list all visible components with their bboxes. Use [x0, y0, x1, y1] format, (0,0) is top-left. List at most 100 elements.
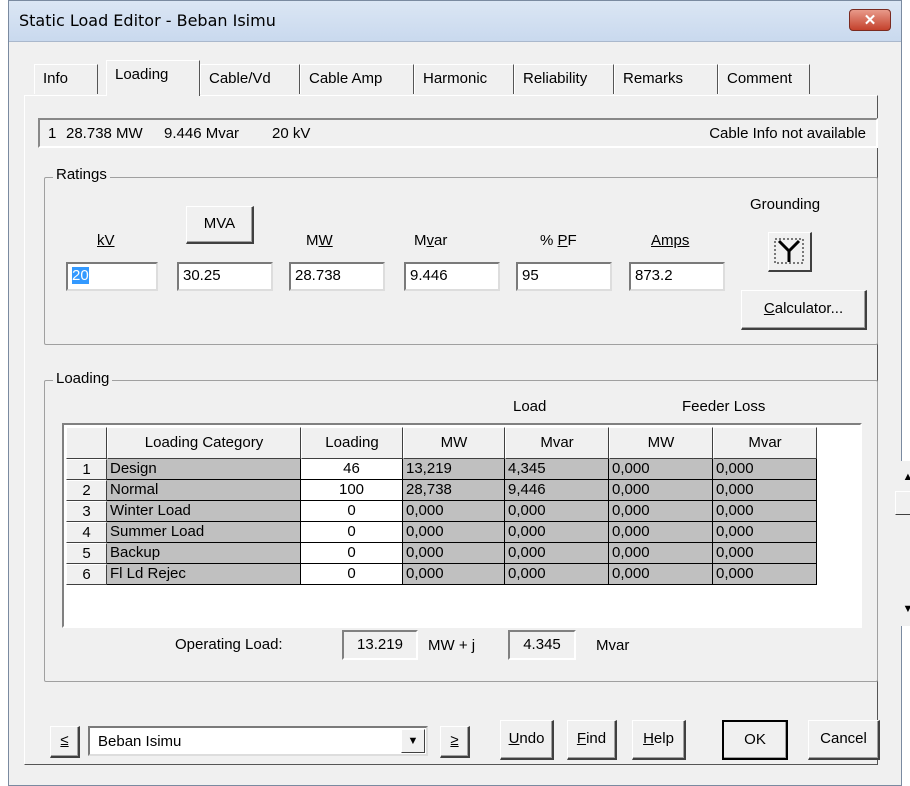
operating-mvar-value: 4.345 [508, 630, 576, 660]
next-button[interactable]: ≥ [440, 726, 470, 758]
table-cell-mw: 0,000 [403, 522, 505, 543]
dropdown-arrow-icon[interactable]: ▼ [401, 729, 425, 753]
tab-cable-amp[interactable]: Cable Amp [300, 64, 414, 94]
load-index: 1 [48, 125, 57, 142]
row-number[interactable]: 1 [66, 459, 107, 480]
table-cell-fl-mvar: 0,000 [713, 522, 817, 543]
col-header-load-mvar: Mvar [505, 427, 609, 459]
cancel-button[interactable]: Cancel [808, 720, 880, 760]
calculator-button[interactable]: Calculator... [741, 290, 867, 330]
loading-group-label: Loading [53, 370, 113, 387]
tab-info[interactable]: Info [34, 64, 98, 94]
feeder-loss-header: Feeder Loss [682, 398, 766, 415]
cable-info-status: Cable Info not available [709, 125, 866, 142]
row-number[interactable]: 3 [66, 501, 107, 522]
tab-remarks[interactable]: Remarks [614, 64, 718, 94]
table-cell-category: Normal [107, 480, 301, 501]
pf-label: % PF [540, 232, 577, 249]
table-cell-loading[interactable]: 0 [301, 543, 403, 564]
mw-input[interactable]: 28.738 [289, 262, 385, 291]
mva-button[interactable]: MVA [186, 206, 254, 244]
table-cell-mvar: 4,345 [505, 459, 609, 480]
table-cell-mw: 13,219 [403, 459, 505, 480]
table-cell-mvar: 0,000 [505, 501, 609, 522]
wye-grounding-icon [774, 238, 804, 264]
tab-loading[interactable]: Loading [106, 60, 200, 96]
grounding-wye-button[interactable] [768, 232, 812, 272]
table-cell-mvar: 0,000 [505, 564, 609, 585]
find-button[interactable]: Find [567, 720, 617, 760]
table-scrollbar[interactable]: ▲ ▼ [894, 461, 910, 626]
tab-cable-vd[interactable]: Cable/Vd [200, 64, 300, 94]
table-cell-fl-mvar: 0,000 [713, 459, 817, 480]
load-header: Load [513, 398, 547, 415]
amps-label: Amps [651, 232, 690, 249]
table-cell-mw: 0,000 [403, 564, 505, 585]
row-number[interactable]: 5 [66, 543, 107, 564]
table-cell-mw: 0,000 [403, 501, 505, 522]
table-cell-category: Winter Load [107, 501, 301, 522]
element-selector-combo[interactable]: Beban Isimu ▼ [88, 726, 428, 756]
tab-comment[interactable]: Comment [718, 64, 810, 94]
col-header-feeder-mw: MW [609, 427, 713, 459]
amps-input[interactable]: 873.2 [629, 262, 725, 291]
load-kv: 20 kV [272, 125, 311, 142]
kv-input[interactable]: 20 [66, 262, 158, 291]
table-corner [66, 427, 107, 459]
load-mw: 28.738 MW [66, 125, 143, 142]
table-cell-fl-mvar: 0,000 [713, 480, 817, 501]
col-header-load-mw: MW [403, 427, 505, 459]
table-cell-loading[interactable]: 0 [301, 522, 403, 543]
table-cell-mvar: 9,446 [505, 480, 609, 501]
table-cell-category: Summer Load [107, 522, 301, 543]
operating-load-label: Operating Load: [175, 636, 283, 653]
kv-label: kV [97, 232, 115, 249]
scroll-thumb[interactable] [895, 491, 910, 515]
ratings-group-label: Ratings [53, 166, 110, 183]
table-cell-fl-mw: 0,000 [609, 480, 713, 501]
col-header-loading: Loading [301, 427, 403, 459]
close-button[interactable]: ✕ [849, 9, 891, 31]
previous-button[interactable]: ≤ [50, 726, 80, 758]
table-cell-mw: 28,738 [403, 480, 505, 501]
table-cell-fl-mw: 0,000 [609, 564, 713, 585]
ok-button[interactable]: OK [722, 720, 788, 760]
scroll-up-icon[interactable]: ▲ [894, 467, 910, 487]
table-cell-fl-mw: 0,000 [609, 543, 713, 564]
loading-table: Loading Category Loading MW Mvar MW Mvar… [62, 423, 910, 628]
load-info-bar: 1 28.738 MW 9.446 Mvar 20 kV Cable Info … [38, 118, 878, 148]
table-cell-fl-mvar: 0,000 [713, 543, 817, 564]
table-cell-loading[interactable]: 46 [301, 459, 403, 480]
row-number[interactable]: 6 [66, 564, 107, 585]
table-cell-mvar: 0,000 [505, 543, 609, 564]
row-number[interactable]: 4 [66, 522, 107, 543]
title-bar: Static Load Editor - Beban Isimu ✕ [9, 1, 901, 42]
mw-plus-j-label: MW + j [428, 637, 476, 654]
col-header-loading-category: Loading Category [107, 427, 301, 459]
pf-input[interactable]: 95 [516, 262, 612, 291]
help-button[interactable]: Help [632, 720, 686, 760]
table-cell-loading[interactable]: 0 [301, 564, 403, 585]
row-number[interactable]: 2 [66, 480, 107, 501]
mva-input[interactable]: 30.25 [177, 262, 273, 291]
col-header-feeder-mvar: Mvar [713, 427, 817, 459]
table-cell-loading[interactable]: 0 [301, 501, 403, 522]
table-cell-fl-mw: 0,000 [609, 459, 713, 480]
operating-mw-value: 13.219 [342, 630, 418, 660]
mvar-input[interactable]: 9.446 [404, 262, 500, 291]
tab-reliability[interactable]: Reliability [514, 64, 614, 94]
grounding-label: Grounding [750, 196, 821, 213]
table-cell-fl-mw: 0,000 [609, 522, 713, 543]
window-title: Static Load Editor - Beban Isimu [19, 11, 276, 30]
table-cell-mvar: 0,000 [505, 522, 609, 543]
load-mvar: 9.446 Mvar [164, 125, 240, 142]
table-cell-loading[interactable]: 100 [301, 480, 403, 501]
tab-harmonic[interactable]: Harmonic [414, 64, 514, 94]
mw-label: MW [306, 232, 333, 249]
table-cell-fl-mvar: 0,000 [713, 501, 817, 522]
mvar-unit-label: Mvar [596, 637, 630, 654]
undo-button[interactable]: Undo [500, 720, 554, 760]
scroll-down-icon[interactable]: ▼ [894, 599, 910, 619]
combo-value: Beban Isimu [98, 733, 182, 750]
table-cell-fl-mvar: 0,000 [713, 564, 817, 585]
